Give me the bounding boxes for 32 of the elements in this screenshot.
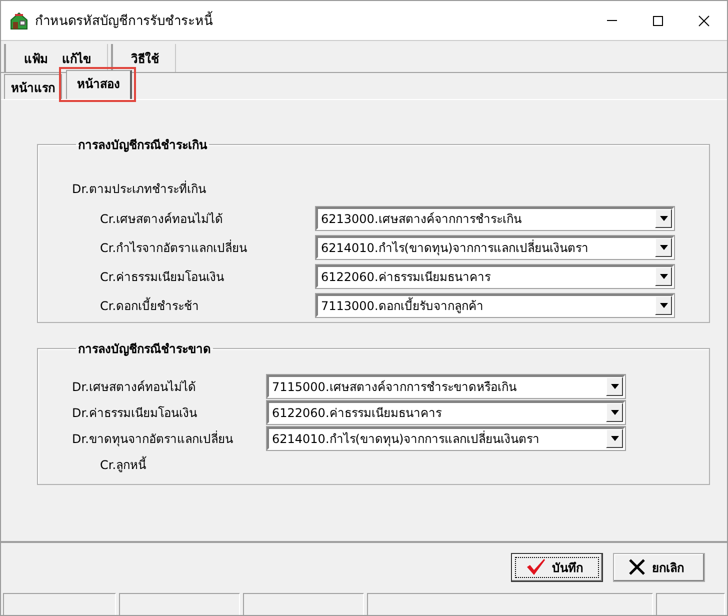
field-label: Dr.เศษสตางค์ทอนไม่ได้	[72, 380, 196, 394]
checkmark-icon	[526, 558, 546, 576]
menu-item[interactable]: วิธีใช้	[131, 48, 159, 68]
dropdown-field[interactable]: 6122060.ค่าธรรมเนียมธนาคาร	[316, 265, 674, 288]
dropdown-field[interactable]: 7115000.เศษสตางค์จากการชำระขาดหรือเกิน	[267, 374, 625, 398]
entry-label: Cr.ลูกหนี้	[100, 458, 146, 472]
cancel-button[interactable]: ยกเลิก	[613, 552, 705, 582]
dropdown-field[interactable]: 6214010.กำไร(ขาดทุน)จากการแลกเปลี่ยนเงินตรา	[267, 426, 625, 450]
field-label: Dr.ขาดทุนจากอัตราแลกเปลี่ยน	[72, 432, 233, 446]
field-label: Cr.เศษสตางค์ทอนไม่ได้	[100, 212, 224, 226]
group-title: การลงบัญชีกรณีชำระขาด	[77, 341, 212, 358]
tab[interactable]: หน้าสอง	[66, 70, 132, 99]
field-label: Cr.กำไรจากอัตราแลกเปลี่ยน	[100, 241, 248, 255]
maximize-icon	[652, 14, 664, 26]
window-title: กำหนดรหัสบัญชีการรับชำระหนี้	[35, 10, 589, 31]
cross-icon	[628, 558, 646, 576]
group-title: การลงบัญชีกรณีชำระเกิน	[77, 137, 208, 154]
tab[interactable]: หน้าแรก	[4, 74, 62, 99]
menu-item[interactable]: แฟ้ม	[24, 48, 48, 68]
field-label: Cr.ดอกเบี้ยชำระช้า	[100, 299, 200, 313]
menu-item[interactable]: แก้ไข	[62, 48, 91, 68]
field-label: Cr.ค่าธรรมเนียมโอนเงิน	[100, 270, 224, 284]
minimize-icon	[607, 20, 617, 21]
entry-label: Dr.ตามประเภทชำระที่เกิน	[72, 182, 206, 196]
close-icon	[698, 14, 710, 26]
dropdown-field[interactable]: 6213000.เศษสตางค์จากการชำระเกิน	[316, 207, 674, 230]
field-label: Dr.ค่าธรรมเนียมโอนเงิน	[72, 406, 197, 420]
dropdown-field[interactable]: 7113000.ดอกเบี้ยรับจากลูกค้า	[316, 294, 674, 317]
house-icon	[9, 10, 29, 30]
save-button[interactable]: บันทึก	[511, 552, 603, 582]
dropdown-field[interactable]: 6214010.กำไร(ขาดทุน)จากการแลกเปลี่ยนเงินตรา	[316, 236, 674, 259]
dropdown-field[interactable]: 6122060.ค่าธรรมเนียมธนาคาร	[267, 400, 625, 424]
